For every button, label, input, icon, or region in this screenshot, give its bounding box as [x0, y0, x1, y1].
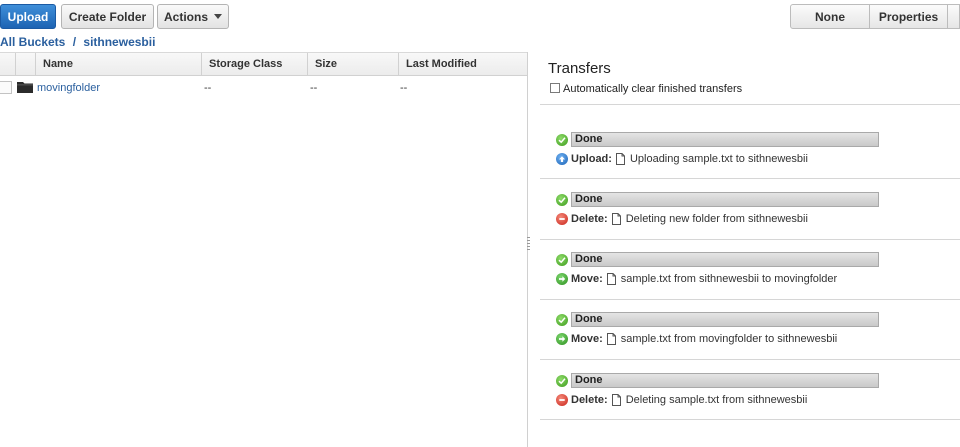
transfer-status-row — [556, 192, 568, 208]
auto-clear-checkbox[interactable] — [550, 83, 560, 93]
auto-clear-option[interactable]: Automatically clear finished transfers — [550, 83, 742, 95]
breadcrumb: All Buckets / sithnewesbii — [0, 35, 155, 49]
transfer-status-bar: Done — [571, 312, 879, 327]
transfer-detail: Delete: Deleting new folder from sithnew… — [556, 212, 808, 226]
transfer-status-bar: Done — [571, 373, 879, 388]
divider — [540, 239, 960, 240]
transfer-status-row — [556, 373, 568, 389]
transfer-status-row — [556, 252, 568, 268]
transfer-detail-text: Uploading sample.txt to sithnewesbii — [629, 153, 808, 165]
transfer-item: Done Move: sample.txt from movingfolder … — [556, 312, 960, 362]
transfer-status-row — [556, 312, 568, 328]
table-row[interactable]: movingfolder -- -- -- — [0, 77, 527, 99]
breadcrumb-bucket[interactable]: sithnewesbii — [83, 35, 155, 49]
row-storage-class: -- — [204, 82, 212, 94]
transfer-detail: Upload: Uploading sample.txt to sithnewe… — [556, 152, 808, 166]
check-circle-icon — [556, 194, 568, 206]
upload-button[interactable]: Upload — [0, 4, 56, 29]
column-header-icon — [16, 53, 36, 76]
file-icon — [611, 394, 621, 406]
divider — [540, 299, 960, 300]
column-header-select — [0, 53, 16, 76]
transfer-detail: Delete: Deleting sample.txt from sithnew… — [556, 393, 807, 407]
move-icon — [556, 333, 568, 345]
transfer-detail-text: sample.txt from movingfolder to sithnewe… — [620, 333, 838, 345]
transfer-detail: Move: sample.txt from sithnewesbii to mo… — [556, 272, 837, 286]
create-folder-button[interactable]: Create Folder — [61, 4, 154, 29]
actions-dropdown-button[interactable]: Actions — [157, 4, 229, 29]
transfer-item: Done Move: sample.txt from sithnewesbii … — [556, 252, 960, 302]
delete-icon — [556, 394, 568, 406]
properties-view-button[interactable]: Properties — [869, 4, 948, 29]
row-name-link[interactable]: movingfolder — [37, 77, 100, 99]
divider — [540, 178, 960, 179]
transfer-item: Done Delete: Deleting new folder from si… — [556, 192, 960, 242]
check-circle-icon — [556, 375, 568, 387]
folder-icon — [17, 82, 33, 93]
toolbar: Upload Create Folder Actions None Proper… — [0, 4, 960, 29]
transfers-view-button[interactable] — [947, 4, 960, 29]
transfer-item: Done Delete: Deleting sample.txt from si… — [556, 373, 960, 423]
check-circle-icon — [556, 254, 568, 266]
transfer-action-label: Upload: — [571, 153, 612, 165]
transfer-detail-text: Deleting sample.txt from sithnewesbii — [625, 394, 808, 406]
transfer-action-label: Move: — [571, 273, 603, 285]
divider — [540, 419, 960, 420]
transfer-detail: Move: sample.txt from movingfolder to si… — [556, 332, 837, 346]
column-header-size[interactable]: Size — [309, 53, 399, 76]
divider — [540, 104, 960, 105]
file-icon — [611, 213, 621, 225]
actions-label: Actions — [163, 9, 208, 24]
transfer-action-label: Delete: — [571, 213, 608, 225]
transfer-action-label: Move: — [571, 333, 603, 345]
breadcrumb-separator: / — [72, 35, 77, 49]
upload-icon — [556, 153, 568, 165]
row-last-modified: -- — [400, 82, 408, 94]
file-icon — [615, 153, 625, 165]
move-icon — [556, 273, 568, 285]
delete-icon — [556, 213, 568, 225]
check-circle-icon — [556, 134, 568, 146]
transfer-status-row — [556, 132, 568, 148]
table-header: Name Storage Class Size Last Modified — [0, 53, 527, 76]
transfer-status-bar: Done — [571, 132, 879, 147]
none-view-button[interactable]: None — [790, 4, 870, 29]
breadcrumb-all-buckets[interactable]: All Buckets — [0, 35, 65, 49]
divider — [540, 359, 960, 360]
transfer-status-bar: Done — [571, 252, 879, 267]
transfer-action-label: Delete: — [571, 394, 608, 406]
column-header-storage-class[interactable]: Storage Class — [203, 53, 308, 76]
object-list-pane: Name Storage Class Size Last Modified mo… — [0, 52, 527, 447]
auto-clear-label: Automatically clear finished transfers — [563, 83, 743, 95]
file-icon — [606, 333, 616, 345]
row-size: -- — [310, 82, 318, 94]
transfer-item: Done Upload: Uploading sample.txt to sit… — [556, 132, 960, 182]
transfer-detail-text: sample.txt from sithnewesbii to movingfo… — [620, 273, 838, 285]
column-header-last-modified[interactable]: Last Modified — [400, 53, 527, 76]
column-header-name[interactable]: Name — [37, 53, 202, 76]
transfers-title: Transfers — [548, 60, 611, 77]
check-circle-icon — [556, 314, 568, 326]
transfer-status-bar: Done — [571, 192, 879, 207]
transfers-pane: Transfers Automatically clear finished t… — [530, 52, 960, 447]
chevron-down-icon — [214, 14, 222, 19]
file-icon — [606, 273, 616, 285]
transfer-detail-text: Deleting new folder from sithnewesbii — [625, 213, 808, 225]
row-checkbox[interactable] — [0, 81, 12, 94]
